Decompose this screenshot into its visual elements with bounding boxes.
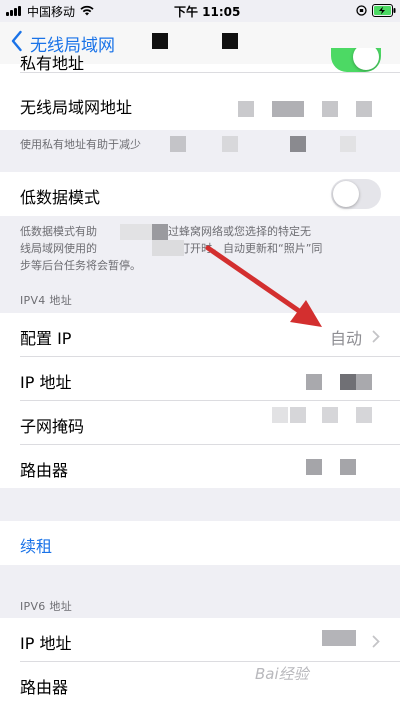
ipv4-section-header: IPV4 地址 xyxy=(20,294,72,307)
ipv4-ip-address-label: IP 地址 xyxy=(20,373,72,392)
low-data-footer: 低数据模式有助 通过蜂窝网络或您选择的特定无 线局域网使用的 模式打开时，自动更新和… xyxy=(20,225,323,272)
private-address-footer: 使用私有地址有助于减少 xyxy=(20,138,141,151)
clock: 下午 11:05 xyxy=(174,5,241,19)
renew-lease-button[interactable]: 续租 xyxy=(20,533,52,557)
wifi-icon xyxy=(80,5,94,16)
battery-charging-icon xyxy=(372,4,396,17)
ipv6-router-label: 路由器 xyxy=(20,678,69,697)
ipv6-ip-address-label: IP 地址 xyxy=(20,634,72,653)
configure-ip-value: 自动 xyxy=(330,329,363,348)
private-address-toggle[interactable] xyxy=(331,48,381,72)
wlan-address-label: 无线局域网地址 xyxy=(20,98,133,117)
subnet-mask-label: 子网掩码 xyxy=(20,417,85,436)
chevron-right-icon xyxy=(372,330,380,343)
low-data-toggle[interactable] xyxy=(331,179,381,209)
configure-ip-label: 配置 IP xyxy=(20,329,72,348)
ipv6-section-header: IPV6 地址 xyxy=(20,600,72,613)
router-label: 路由器 xyxy=(20,461,69,480)
renew-lease-group: 续租 xyxy=(0,521,400,565)
orientation-lock-icon xyxy=(356,5,367,16)
ipv6-group: IP 地址 路由器 xyxy=(0,618,400,711)
carrier-label: 中国移动 xyxy=(27,5,76,19)
back-chevron-icon[interactable] xyxy=(11,30,22,52)
low-data-label: 低数据模式 xyxy=(20,188,101,207)
chevron-right-icon xyxy=(372,635,380,648)
low-data-group: 低数据模式 xyxy=(0,172,400,216)
private-address-label: 私有地址 xyxy=(20,54,85,72)
status-bar: 中国移动 下午 11:05 xyxy=(0,0,400,22)
cellular-signal-icon xyxy=(6,6,22,16)
configure-ip-row[interactable]: 配置 IP 自动 xyxy=(0,313,400,357)
watermark: Bai经验 xyxy=(255,665,309,683)
ipv6-ip-address-row[interactable]: IP 地址 xyxy=(0,618,400,662)
wifi-address-group: 私有地址 无线局域网地址 xyxy=(0,48,400,130)
ipv4-group: 配置 IP 自动 IP 地址 子网掩码 路由器 xyxy=(0,313,400,488)
